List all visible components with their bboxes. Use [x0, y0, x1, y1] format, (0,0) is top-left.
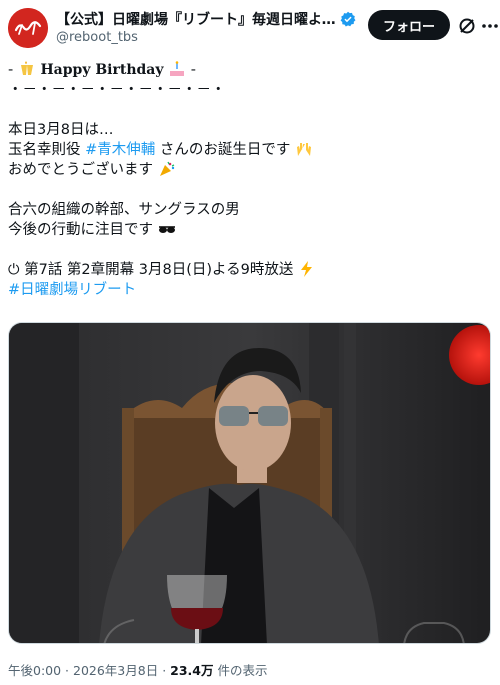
hashtag-actor[interactable]: #青木伸輔 — [85, 142, 155, 158]
power-icon: ⏻ — [8, 262, 20, 278]
lightning-icon — [300, 261, 312, 277]
show-hashtag-line: #日曜劇場リブート — [8, 280, 492, 300]
party-popper-icon — [159, 161, 174, 176]
views-count: 23.4万 — [170, 663, 214, 678]
photo-image — [9, 323, 490, 643]
birthday-line: - Happy Birthday - — [8, 60, 492, 80]
post-meta: 午後0:00 · 2026年3月8日 · 23.4万 件の表示 — [8, 660, 267, 679]
hashtag-show[interactable]: #日曜劇場リブート — [8, 282, 136, 298]
post-date[interactable]: 2026年3月8日 — [73, 663, 158, 678]
follow-button[interactable]: フォロー — [368, 10, 450, 40]
meta-separator: · — [61, 663, 73, 678]
congrats-line: おめでとうございます — [8, 160, 492, 180]
sunglasses-icon — [158, 226, 175, 233]
birthday-prefix: - — [8, 62, 18, 78]
description-line-2: 今後の行動に注目です — [8, 220, 492, 240]
congrats-text: おめでとうございます — [8, 162, 153, 178]
raised-hands-icon — [296, 143, 311, 156]
dots-line: ・－・－・－・－・－・－・－・ — [8, 82, 226, 98]
cake-icon — [170, 61, 185, 76]
birthday-text: Happy Birthday — [40, 62, 164, 78]
role-suffix: さんのお誕生日です — [155, 142, 291, 158]
post-photo[interactable] — [8, 322, 491, 644]
grok-icon[interactable] — [457, 16, 477, 36]
name-row: 【公式】日曜劇場『リブート』毎週日曜よる9時… — [56, 9, 356, 29]
display-name[interactable]: 【公式】日曜劇場『リブート』毎週日曜よる9時… — [56, 9, 337, 29]
post-text: - Happy Birthday - ・－・－・－・－・－・－・－・ 本日3月8… — [8, 60, 492, 300]
role-prefix: 玉名幸則役 — [8, 142, 86, 158]
post-time[interactable]: 午後0:00 — [8, 663, 61, 678]
date-line: 本日3月8日は… — [8, 122, 114, 138]
avatar[interactable] — [8, 8, 48, 48]
reboot-logo-icon — [8, 8, 48, 48]
meta-separator: · — [158, 663, 171, 678]
sparkles-cheers-icon — [20, 61, 33, 75]
episode-text: 第7話 第2章開幕 3月8日(日)よる9時放送 — [19, 262, 294, 278]
views-label: 件の表示 — [213, 663, 268, 678]
post-header: 【公式】日曜劇場『リブート』毎週日曜よる9時… @reboot_tbs フォロー — [8, 8, 498, 48]
birthday-suffix: - — [190, 62, 196, 78]
more-options-icon[interactable] — [480, 16, 500, 36]
description-text-2: 今後の行動に注目です — [8, 222, 153, 238]
episode-line: ⏻ 第7話 第2章開幕 3月8日(日)よる9時放送 — [8, 260, 492, 280]
description-line-1: 合六の組織の幹部、サングラスの男 — [8, 202, 240, 218]
account-handle[interactable]: @reboot_tbs — [56, 30, 138, 45]
verified-badge-icon — [340, 11, 356, 27]
role-line: 玉名幸則役 #青木伸輔 さんのお誕生日です — [8, 140, 492, 160]
